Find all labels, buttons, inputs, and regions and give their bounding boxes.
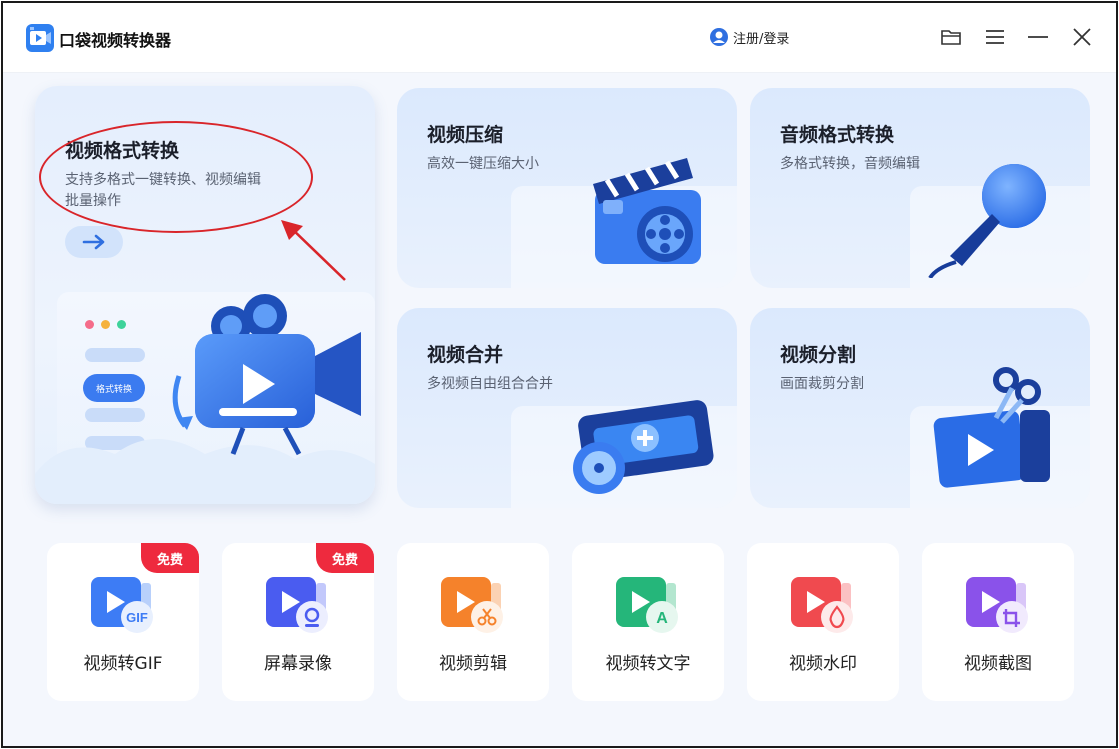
tool-video-edit[interactable]: 视频剪辑 [397,543,549,701]
crop-icon [966,577,1028,633]
card-title: 视频分割 [780,344,857,366]
tool-video-screenshot[interactable]: 视频截图 [922,543,1074,701]
card-title: 视频格式转换 [65,140,180,162]
folder-icon[interactable] [939,25,963,49]
card-subtitle: 多视频自由组合合并 [427,376,553,392]
card-subtitle: 高效一键压缩大小 [427,156,539,172]
tool-label: 视频转文字 [605,654,691,674]
svg-text:GIF: GIF [126,610,148,625]
audio-format-convert-card[interactable]: 音频格式转换 多格式转换，音频编辑 [750,88,1090,288]
close-icon[interactable] [1070,25,1094,49]
video-format-convert-card[interactable]: 视频格式转换 支持多格式一键转换、视频编辑 批量操作 格式转换 [35,86,375,504]
tool-label: 视频水印 [789,654,857,674]
tool-screen-record[interactable]: 免费 屏幕录像 [222,543,374,701]
video-compress-card[interactable]: 视频压缩 高效一键压缩大小 [397,88,737,288]
clapperboard-icon [593,158,701,264]
free-badge: 免费 [141,543,199,573]
main-content: 视频格式转换 支持多格式一键转换、视频编辑 批量操作 格式转换 视频压缩 高效一… [3,74,1116,746]
app-title: 口袋视频转换器 [59,31,172,50]
enter-arrow-button[interactable] [65,226,123,258]
text-a-icon: A [616,577,678,633]
video-camera-illustration [172,294,361,456]
tool-label: 视频转GIF [83,654,163,674]
app-window: 口袋视频转换器 注册/登录 视频格式转换 支持多格式一键转换、视频编辑 批量操作… [1,1,1118,748]
card-subtitle: 支持多格式一键转换、视频编辑 [65,172,261,188]
card-title: 音频格式转换 [780,124,895,146]
mock-dot [85,320,94,329]
menu-icon[interactable] [983,25,1007,49]
free-badge: 免费 [316,543,374,573]
tool-video-to-text[interactable]: A 视频转文字 [572,543,724,701]
card-subtitle: 画面裁剪分割 [780,376,864,392]
login-label: 注册/登录 [733,31,790,47]
droplet-icon [791,577,853,633]
minimize-icon[interactable] [1026,25,1050,49]
svg-text:A: A [656,610,668,627]
microphone-icon [928,164,1046,278]
login-button[interactable]: 注册/登录 [709,27,789,47]
card-subtitle-line2: 批量操作 [65,193,121,209]
card-title: 视频合并 [427,344,504,366]
arrow-right-icon [82,234,105,250]
film-scissors-icon [933,367,1050,488]
video-merge-card[interactable]: 视频合并 多视频自由组合合并 [397,308,737,508]
mock-dot [117,320,126,329]
film-merge-icon [573,400,714,494]
tool-video-to-gif[interactable]: 免费 GIF 视频转GIF [47,543,199,701]
tool-video-watermark[interactable]: 视频水印 [747,543,899,701]
video-split-card[interactable]: 视频分割 画面裁剪分割 [750,308,1090,508]
webcam-icon [266,577,328,633]
tool-label: 视频截图 [964,654,1032,674]
card-subtitle: 多格式转换，音频编辑 [780,156,920,172]
avatar-icon [710,28,728,46]
title-bar: 口袋视频转换器 注册/登录 [3,3,1116,73]
tool-label: 屏幕录像 [264,654,332,674]
app-logo-icon [26,24,54,52]
tool-label: 视频剪辑 [439,654,507,674]
scissors-icon [441,577,503,633]
card-title: 视频压缩 [427,124,504,146]
gif-icon: GIF [91,577,153,633]
mock-dot [101,320,110,329]
mock-bar [85,348,145,362]
mock-format-label: 格式转换 [83,374,145,402]
